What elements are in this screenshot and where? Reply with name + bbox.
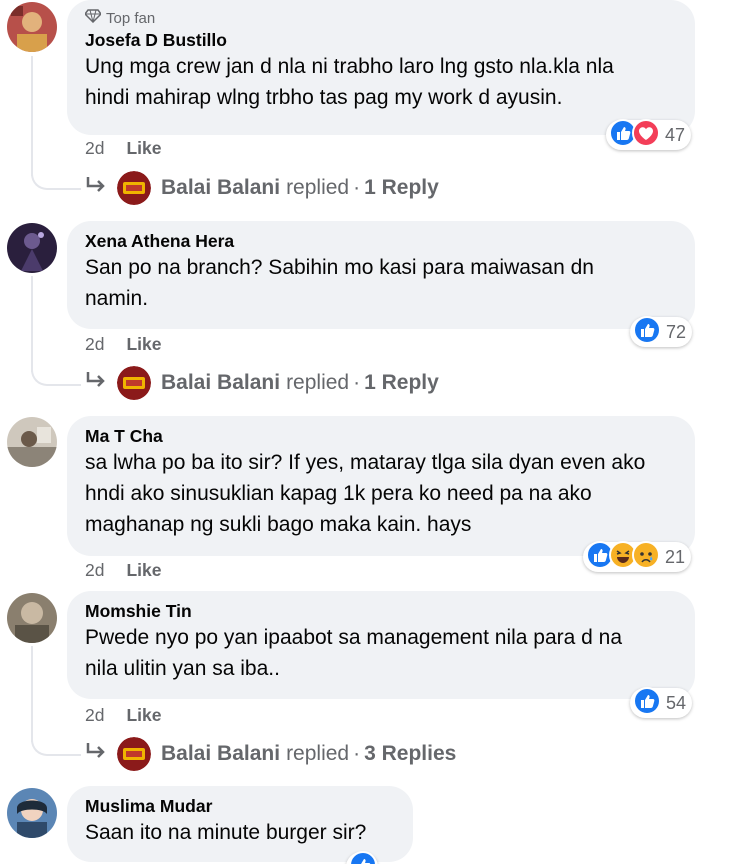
comment-text: San po na branch? Sabihin mo kasi para m… (85, 256, 594, 310)
avatar[interactable] (7, 593, 57, 643)
comment-actions: 2d Like (85, 334, 162, 355)
comment-author[interactable]: Xena Athena Hera (85, 230, 677, 252)
like-icon (633, 315, 661, 349)
comment-bubble: Momshie Tin Pwede nyo po yan ipaabot sa … (67, 591, 695, 699)
view-replies-button[interactable]: Balai Balani replied · 1 Reply (85, 171, 439, 205)
like-button[interactable]: Like (126, 334, 161, 355)
reply-arrow-icon (85, 175, 107, 201)
love-icon (632, 118, 660, 152)
reaction-summary[interactable]: 54 (630, 686, 693, 720)
comment-text: sa lwha po ba ito sir? If yes, mataray t… (85, 451, 646, 536)
comment-actions: 2d Like (85, 560, 162, 581)
reaction-count: 72 (666, 321, 687, 342)
page-avatar (117, 171, 151, 205)
reaction-count: 21 (665, 546, 686, 567)
reaction-count: 47 (665, 124, 686, 145)
comment-bubble: Xena Athena Hera San po na branch? Sabih… (67, 221, 695, 329)
like-button[interactable]: Like (126, 560, 161, 581)
view-replies-button[interactable]: Balai Balani replied · 1 Reply (85, 366, 439, 400)
reply-arrow-icon (85, 370, 107, 396)
view-replies-button[interactable]: Balai Balani replied · 3 Replies (85, 737, 456, 771)
avatar[interactable] (7, 788, 57, 838)
like-icon (633, 686, 661, 720)
sad-icon (632, 540, 660, 574)
comment-author[interactable]: Muslima Mudar (85, 795, 395, 817)
avatar[interactable] (7, 223, 57, 273)
comment-author[interactable]: Momshie Tin (85, 600, 677, 622)
diamond-icon (84, 9, 102, 27)
reaction-summary[interactable]: 72 (630, 315, 693, 349)
comment-actions: 2d Like (85, 138, 162, 159)
avatar[interactable] (7, 2, 57, 52)
like-button[interactable]: Like (126, 138, 161, 159)
comment-time[interactable]: 2d (85, 334, 104, 355)
page-avatar (117, 366, 151, 400)
reply-page-name: Balai Balani (161, 176, 281, 199)
reaction-summary[interactable]: 47 (606, 118, 692, 152)
reply-count: 1 Reply (364, 176, 439, 199)
reply-count: 3 Replies (364, 742, 457, 765)
comment-time[interactable]: 2d (85, 705, 104, 726)
comment-actions: 2d Like (85, 705, 162, 726)
reply-arrow-icon (85, 741, 107, 767)
comment-bubble: Ma T Cha sa lwha po ba ito sir? If yes, … (67, 416, 695, 556)
comment-author[interactable]: Josefa D Bustillo (85, 29, 677, 51)
reply-page-name: Balai Balani (161, 742, 281, 765)
comment-bubble: Top fan Josefa D Bustillo Ung mga crew j… (67, 0, 695, 135)
reaction-summary[interactable] (346, 850, 378, 864)
comment-text: Ung mga crew jan d nla ni trabho laro ln… (85, 55, 614, 109)
like-icon (349, 850, 377, 864)
like-button[interactable]: Like (126, 705, 161, 726)
reply-count: 1 Reply (364, 371, 439, 394)
comment-time[interactable]: 2d (85, 560, 104, 581)
comment-author[interactable]: Ma T Cha (85, 425, 677, 447)
comment-text: Saan ito na minute burger sir? (85, 821, 367, 844)
avatar[interactable] (7, 417, 57, 467)
top-fan-badge: Top fan (84, 9, 677, 27)
page-avatar (117, 737, 151, 771)
comment-time[interactable]: 2d (85, 138, 104, 159)
reaction-count: 54 (666, 692, 687, 713)
comment-text: Pwede nyo po yan ipaabot sa management n… (85, 626, 623, 680)
reaction-summary[interactable]: 21 (583, 540, 692, 574)
reply-page-name: Balai Balani (161, 371, 281, 394)
